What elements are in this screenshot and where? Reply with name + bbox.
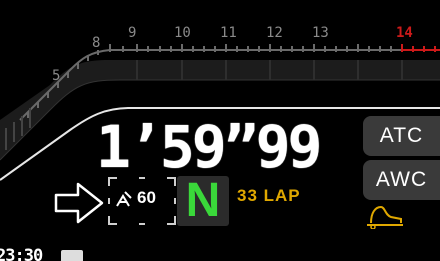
traction-icon [367,205,403,229]
lap-time: 1’59”99 [96,113,322,181]
rpm-label-11: 11 [220,25,237,41]
gear-indicator: N [177,176,229,226]
lap-count: 33 LAP [237,186,301,205]
rpm-label-5: 5 [52,68,61,84]
rpm-label-13: 13 [312,25,329,41]
atc-button[interactable]: ATC [363,116,440,156]
awc-button[interactable]: AWC [363,160,440,200]
arrow-right-icon [54,182,104,224]
rpm-label-9: 9 [128,25,137,41]
rpm-label-8: 8 [92,35,101,51]
tach-redline-ticks [401,44,440,52]
clock: 23:30 [0,246,43,261]
rpm-label-14: 14 [396,25,413,41]
assist-value: 60 [137,188,156,207]
rpm-label-12: 12 [266,25,283,41]
racing-dashboard: 5 8 9 10 11 12 13 14 1’59”99 ATC AWC 60 … [0,0,440,261]
display-icon [61,250,83,261]
gear-value: N [185,174,221,227]
rpm-label-10: 10 [174,25,191,41]
